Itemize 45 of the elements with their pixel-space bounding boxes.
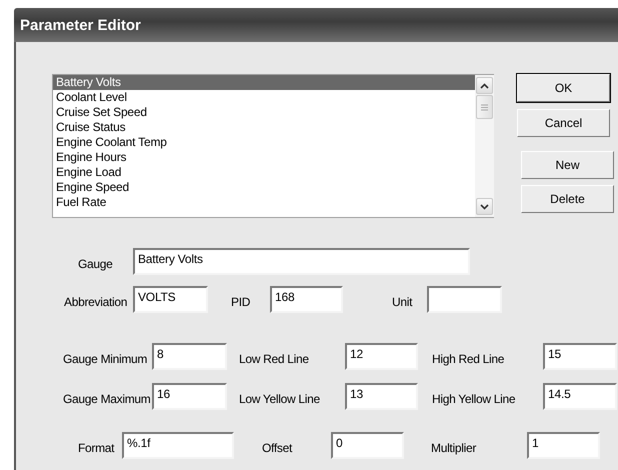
input-field[interactable]: 168 (270, 286, 343, 313)
field-label: Multiplier (431, 441, 476, 457)
dialog-button[interactable]: Delete (521, 185, 614, 213)
list-item[interactable]: Engine Speed (53, 180, 475, 195)
input-field[interactable]: Battery Volts (133, 248, 470, 275)
field-label: Format (78, 441, 114, 457)
input-field[interactable]: 16 (152, 383, 227, 410)
field-label: Low Red Line (239, 352, 309, 368)
scroll-down-icon[interactable] (476, 198, 493, 215)
list-item[interactable]: Engine Coolant Temp (53, 135, 475, 150)
list-item[interactable]: Cruise Set Speed (53, 105, 475, 120)
field-label: Gauge Minimum (63, 352, 148, 368)
dialog-button[interactable]: New (521, 151, 614, 179)
window-title: Parameter Editor (14, 8, 618, 42)
dialog-button[interactable]: Cancel (517, 109, 610, 137)
list-item[interactable]: Coolant Level (53, 90, 475, 105)
list-item[interactable]: Engine Load (53, 165, 475, 180)
list-item[interactable]: Fuel Rate (53, 195, 475, 210)
input-field[interactable]: %.1f (122, 432, 234, 459)
list-item[interactable]: Battery Volts (53, 75, 475, 90)
field-label: Low Yellow Line (239, 392, 320, 408)
field-label: High Red Line (432, 352, 504, 368)
field-label: PID (231, 295, 250, 311)
input-field[interactable]: 13 (345, 383, 418, 410)
dialog-button[interactable]: OK (517, 74, 610, 102)
input-field[interactable]: 15 (543, 343, 617, 370)
scroll-thumb[interactable] (476, 95, 493, 119)
field-label: High Yellow Line (432, 392, 516, 408)
list-item[interactable]: Engine Hours (53, 150, 475, 165)
input-field[interactable]: 0 (331, 432, 404, 459)
field-label: Gauge Maximum (63, 392, 150, 408)
field-label: Gauge (78, 257, 113, 273)
input-field[interactable]: 1 (527, 432, 600, 459)
input-field[interactable]: VOLTS (133, 286, 208, 313)
input-field[interactable]: 12 (345, 343, 418, 370)
scrollbar[interactable] (475, 75, 494, 217)
gauge-list[interactable]: Battery Volts Coolant Level Cruise Set Speed Cruise Status Engine Coolant Temp Engine Hours Engine Load Engine Speed Fuel Rate (52, 74, 494, 218)
scroll-up-icon[interactable] (476, 77, 493, 94)
input-field[interactable]: 8 (152, 343, 227, 370)
field-label: Abbreviation (64, 295, 128, 311)
field-label: Offset (262, 441, 292, 457)
field-label: Unit (392, 295, 412, 311)
input-field[interactable]: 14.5 (543, 383, 617, 410)
input-field[interactable] (427, 286, 502, 313)
list-item[interactable]: Cruise Status (53, 120, 475, 135)
